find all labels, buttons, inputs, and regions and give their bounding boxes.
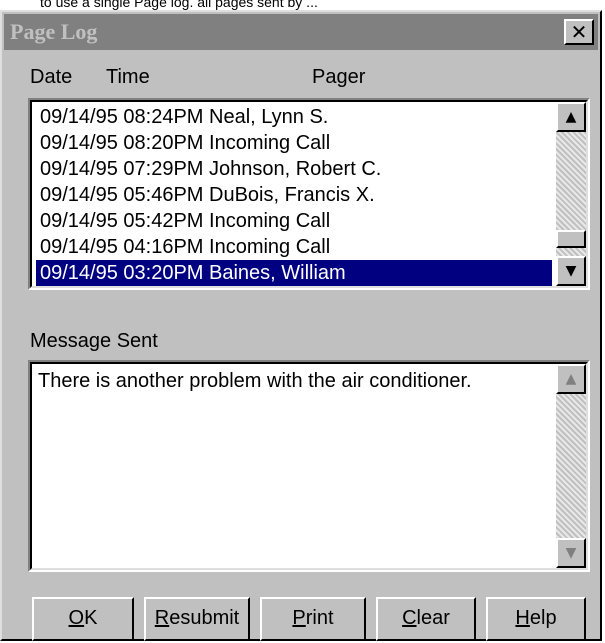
print-label: rint — [305, 607, 334, 629]
message-sent-text: There is another problem with the air co… — [38, 370, 472, 392]
message-scroll-down-button[interactable]: ▼ — [556, 538, 586, 568]
list-item[interactable]: 09/14/95 08:20PM Incoming Call — [36, 130, 552, 156]
print-mnemonic: P — [292, 607, 306, 629]
message-sent-label: Message Sent — [30, 330, 158, 352]
column-header-time: Time — [106, 66, 150, 88]
list-scroll-up-button[interactable]: ▲ — [556, 102, 586, 132]
page-log-rows: 09/14/95 08:24PM Neal, Lynn S. 09/14/95 0… — [36, 104, 552, 286]
list-item[interactable]: 09/14/95 04:16PM Incoming Call — [36, 234, 552, 260]
page-log-dialog: Page Log ✕ Date Time Pager 09/14/95 08:2… — [0, 10, 602, 641]
ok-label: K — [84, 607, 98, 629]
help-mnemonic: H — [515, 607, 530, 629]
list-item[interactable]: 09/14/95 07:29PM Johnson, Robert C. — [36, 156, 552, 182]
resubmit-label: esubmit — [169, 607, 240, 629]
list-item[interactable]: 09/14/95 03:20PM Baines, William — [36, 260, 552, 286]
clear-mnemonic: C — [402, 607, 417, 629]
scroll-up-arrow-icon: ▲ — [565, 109, 577, 125]
list-scroll-down-button[interactable]: ▼ — [556, 256, 586, 286]
message-vertical-scrollbar[interactable]: ▲ ▼ — [556, 364, 586, 568]
resubmit-button[interactable]: Resubmit — [144, 597, 250, 641]
resubmit-mnemonic: R — [154, 607, 170, 629]
ok-button[interactable]: OK — [32, 597, 134, 641]
title-bar[interactable]: Page Log ✕ — [4, 14, 598, 50]
list-vertical-scrollbar[interactable]: ▲ ▼ — [556, 102, 586, 286]
page-log-listbox[interactable]: 09/14/95 08:24PM Neal, Lynn S. 09/14/95 0… — [28, 98, 590, 290]
clear-button[interactable]: Clear — [376, 597, 476, 641]
scroll-down-arrow-icon: ▼ — [565, 545, 577, 561]
help-button[interactable]: Help — [486, 597, 586, 641]
list-item[interactable]: 09/14/95 05:46PM DuBois, Francis X. — [36, 182, 552, 208]
clear-label: lear — [416, 607, 450, 629]
help-label: elp — [529, 607, 557, 629]
list-item[interactable]: 09/14/95 05:42PM Incoming Call — [36, 208, 552, 234]
column-header-date: Date — [30, 66, 73, 88]
list-item[interactable]: 09/14/95 08:24PM Neal, Lynn S. — [36, 104, 552, 130]
message-sent-textbox[interactable]: There is another problem with the air co… — [28, 360, 590, 572]
print-button[interactable]: Print — [260, 597, 366, 641]
close-button[interactable]: ✕ — [564, 19, 594, 45]
cropped-caption-text: to use a single Page log. all pages sent… — [40, 0, 318, 10]
close-icon: ✕ — [570, 20, 588, 44]
ok-mnemonic: O — [68, 607, 85, 629]
list-scroll-thumb[interactable] — [556, 230, 586, 248]
message-scroll-up-button[interactable]: ▲ — [556, 364, 586, 394]
scroll-down-arrow-icon: ▼ — [565, 263, 577, 279]
scroll-up-arrow-icon: ▲ — [565, 371, 577, 387]
column-header-pager: Pager — [312, 66, 366, 88]
window-title: Page Log — [10, 19, 98, 44]
